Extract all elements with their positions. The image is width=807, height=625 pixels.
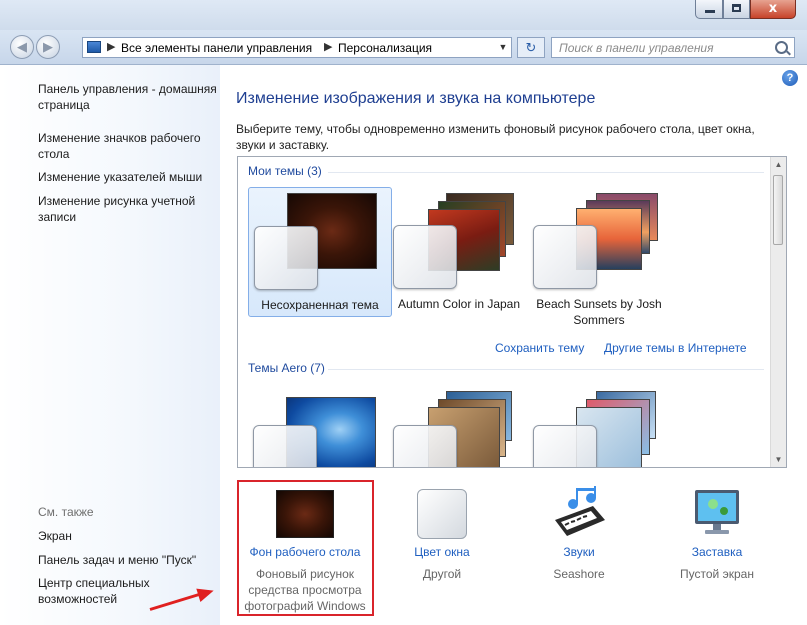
window-color-swatch xyxy=(533,425,597,467)
chevron-down-icon[interactable]: ▼ xyxy=(495,39,511,56)
maximize-button[interactable] xyxy=(723,0,750,19)
breadcrumb-all-control-panel-items[interactable]: Все элементы панели управления xyxy=(121,41,312,55)
close-button[interactable]: x xyxy=(750,0,796,19)
tile-title[interactable]: Цвет окна xyxy=(372,545,512,559)
tile-window-color[interactable]: Цвет окна Другой xyxy=(372,480,512,590)
theme-aero-architecture[interactable] xyxy=(388,385,530,467)
window-color-swatch xyxy=(393,425,457,467)
theme-aero-windows7[interactable] xyxy=(248,385,390,467)
minimize-icon xyxy=(705,10,715,13)
link-display[interactable]: Экран xyxy=(38,528,218,544)
scroll-down-icon[interactable]: ▼ xyxy=(771,452,786,467)
search-placeholder: Поиск в панели управления xyxy=(559,41,714,55)
sounds-icon xyxy=(555,486,605,536)
theme-caption: Несохраненная тема xyxy=(261,298,379,312)
theme-beach-sunsets[interactable]: Beach Sunsets by Josh Sommers xyxy=(528,187,670,327)
page-description: Выберите тему, чтобы одновременно измени… xyxy=(236,122,755,152)
theme-caption: Autumn Color in Japan xyxy=(397,297,521,311)
window-color-swatch xyxy=(533,225,597,289)
title-bar: x xyxy=(0,0,807,30)
link-taskbar-start-menu[interactable]: Панель задач и меню "Пуск" xyxy=(38,552,218,568)
tile-subtitle: Пустой экран xyxy=(680,567,754,581)
close-icon: x xyxy=(768,1,778,16)
minimize-button[interactable] xyxy=(695,0,723,19)
window-color-swatch xyxy=(393,225,457,289)
link-change-account-picture[interactable]: Изменение рисунка учетной записи xyxy=(38,193,218,225)
group-divider xyxy=(328,369,764,370)
see-also-heading: См. также xyxy=(38,505,94,519)
forward-button[interactable]: ▶ xyxy=(36,35,60,59)
search-icon[interactable] xyxy=(775,41,788,54)
search-input[interactable]: Поиск в панели управления xyxy=(551,37,795,58)
scroll-up-icon[interactable]: ▲ xyxy=(771,157,786,172)
link-change-desktop-icons[interactable]: Изменение значков рабочего стола xyxy=(38,130,218,162)
scroll-thumb[interactable] xyxy=(773,175,783,245)
page-title: Изменение изображения и звука на компьют… xyxy=(236,90,596,107)
link-change-mouse-pointers[interactable]: Изменение указателей мыши xyxy=(38,169,218,185)
tile-title[interactable]: Заставка xyxy=(647,545,787,559)
theme-caption: Beach Sunsets by Josh Sommers xyxy=(536,297,662,327)
address-bar[interactable]: ▶ Все элементы панели управления ▶ Персо… xyxy=(82,37,512,58)
window-color-icon xyxy=(417,489,467,539)
group-aero-themes: Темы Aero (7) xyxy=(248,361,325,375)
breadcrumb-personalization[interactable]: Персонализация xyxy=(338,41,432,55)
window-color-swatch xyxy=(253,425,317,467)
tile-sounds[interactable]: Звуки Seashore xyxy=(509,480,649,590)
themes-scrollbar[interactable]: ▲ ▼ xyxy=(770,157,786,467)
screensaver-icon xyxy=(695,490,739,534)
chevron-right-icon[interactable]: ▶ xyxy=(107,40,115,53)
tile-subtitle: Seashore xyxy=(553,567,605,581)
tile-subtitle: Другой xyxy=(422,567,462,581)
themes-list: Мои темы (3) Несохраненная тема Autumn C… xyxy=(237,156,787,468)
refresh-icon: ↻ xyxy=(525,40,537,55)
left-pane: Панель управления - домашняя страница Из… xyxy=(0,65,220,625)
highlight-frame xyxy=(237,480,374,616)
link-ease-of-access-center[interactable]: Центр специальных возможностей xyxy=(38,575,218,607)
chevron-right-icon[interactable]: ▶ xyxy=(324,40,332,53)
link-control-panel-home[interactable]: Панель управления - домашняя страница xyxy=(38,81,218,113)
save-theme-link[interactable]: Сохранить тему xyxy=(495,341,584,355)
maximize-icon xyxy=(732,4,741,12)
tile-title[interactable]: Звуки xyxy=(509,545,649,559)
personalization-window: x ◀ ▶ ▶ Все элементы панели управления ▶… xyxy=(0,0,807,625)
theme-unsaved[interactable]: Несохраненная тема xyxy=(248,187,392,317)
theme-aero-characters[interactable] xyxy=(528,385,670,467)
arrow-left-icon: ◀ xyxy=(17,39,27,54)
help-icon[interactable]: ? xyxy=(782,70,798,86)
online-themes-link[interactable]: Другие темы в Интернете xyxy=(604,341,747,355)
group-divider xyxy=(328,172,764,173)
refresh-button[interactable]: ↻ xyxy=(517,37,545,58)
theme-autumn-color-in-japan[interactable]: Autumn Color in Japan xyxy=(388,187,530,315)
window-color-swatch xyxy=(254,226,318,290)
control-panel-icon xyxy=(87,41,101,53)
group-my-themes: Мои темы (3) xyxy=(248,164,322,178)
tile-screensaver[interactable]: Заставка Пустой экран xyxy=(647,480,787,590)
navigation-bar: ◀ ▶ ▶ Все элементы панели управления ▶ П… xyxy=(0,30,807,65)
back-button[interactable]: ◀ xyxy=(10,35,34,59)
arrow-right-icon: ▶ xyxy=(43,39,53,54)
